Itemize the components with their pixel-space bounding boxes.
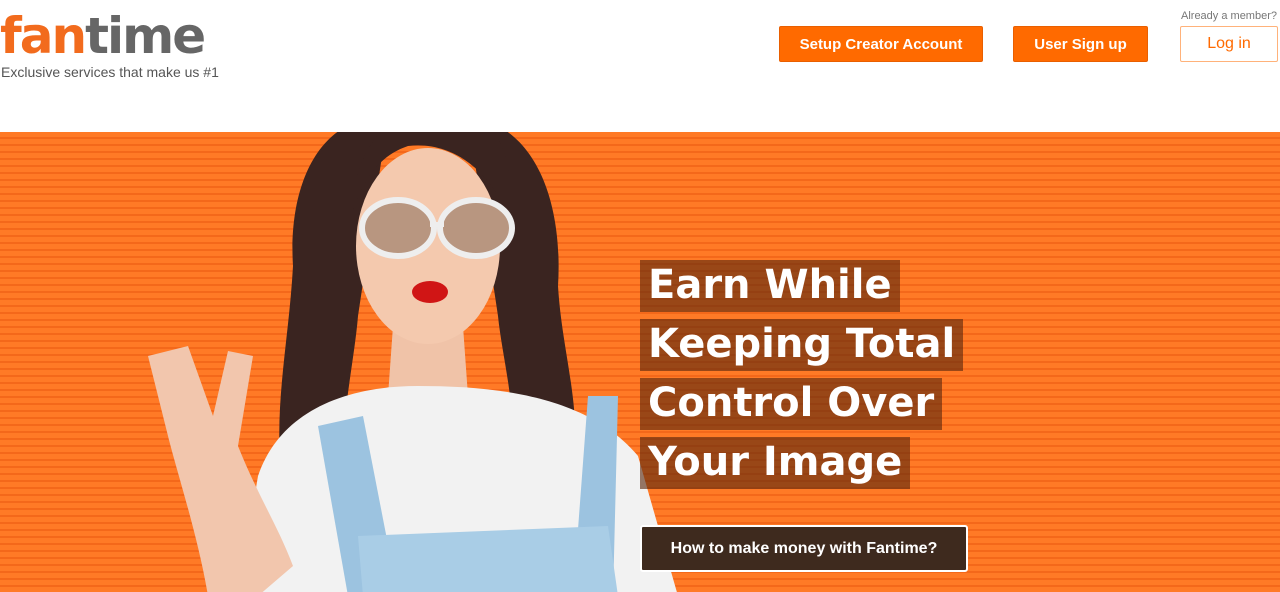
logo-text: fantime (0, 7, 206, 65)
logo-text-fan: fan (0, 7, 87, 65)
headline-line-1: Earn While (640, 260, 900, 312)
hero-woman-image (148, 132, 677, 592)
already-member-label: Already a member? (1181, 10, 1277, 22)
setup-creator-account-button[interactable]: Setup Creator Account (779, 26, 983, 62)
user-sign-up-button[interactable]: User Sign up (1013, 26, 1148, 62)
hero-banner: Earn While Keeping Total Control Over Yo… (0, 132, 1280, 592)
fantime-logo[interactable]: fantime (0, 7, 206, 65)
hero-headline: Earn While Keeping Total Control Over Yo… (640, 260, 964, 496)
headline-line-4: Your Image (640, 437, 911, 489)
log-in-button[interactable]: Log in (1180, 26, 1278, 62)
how-to-make-money-button[interactable]: How to make money with Fantime? (640, 525, 968, 572)
headline-line-2: Keeping Total (640, 319, 964, 371)
headline-line-3: Control Over (640, 378, 943, 430)
site-header: fantime Exclusive services that make us … (0, 0, 1280, 132)
tagline: Exclusive services that make us #1 (1, 64, 219, 80)
logo-text-time: time (85, 7, 206, 65)
